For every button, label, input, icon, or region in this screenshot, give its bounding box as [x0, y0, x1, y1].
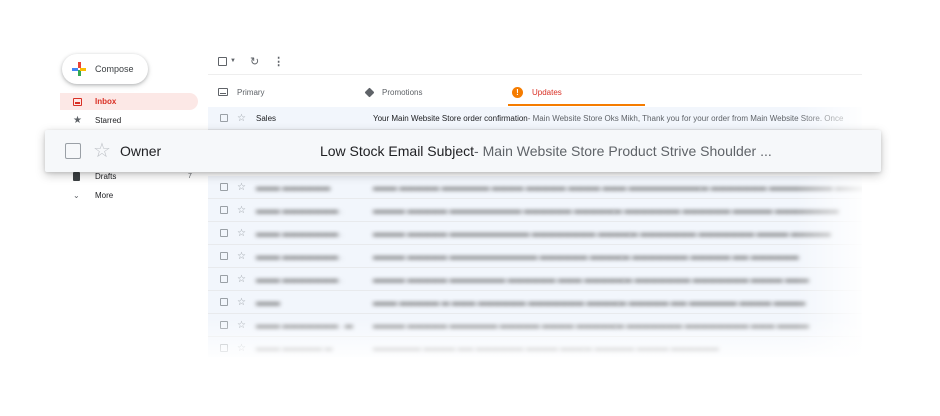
tag-icon: [364, 87, 375, 97]
active-tab-indicator: [508, 104, 645, 106]
row-checkbox[interactable]: [220, 252, 228, 260]
table-row[interactable]: ☆ ▬▬▬ ▬▬▬▬▬▬▬ . ▬▬▬▬ ▬▬▬▬▬ ▬▬▬▬▬▬▬▬▬▬ ▬▬…: [208, 222, 862, 245]
row-checkbox[interactable]: [220, 206, 228, 214]
chevron-down-icon: ⌄: [73, 191, 80, 200]
table-row[interactable]: ☆ ▬▬▬ ▬▬▬▬▬▬ ▬▬▬ ▬▬▬▬▬ ▬▬▬▬▬▬ ▬▬▬▬ ▬▬▬▬▬…: [208, 176, 862, 199]
email-snippet-blurred: ▬ ▬▬▬▬▬▬▬ ▬▬▬▬▬▬▬ ▬▬▬▬ ▬▬▬▬▬: [629, 228, 831, 238]
tab-label: Primary: [237, 87, 265, 97]
compose-label: Compose: [95, 64, 134, 74]
row-checkbox[interactable]: [220, 298, 228, 306]
star-icon[interactable]: ☆: [237, 274, 249, 285]
row-checkbox[interactable]: [220, 321, 228, 329]
row-checkbox[interactable]: [220, 229, 228, 237]
email-snippet: - Main Website Store Oks Mikh, Thank you…: [527, 113, 844, 123]
drafts-icon: [73, 172, 87, 181]
email-snippet-blurred: ▬ ▬▬▬▬▬▬▬ ▬▬▬▬▬▬▬▬ ▬▬▬▬▬: [700, 182, 862, 192]
email-sender-blurred: ▬▬▬ ▬▬▬▬▬▬▬ .: [256, 274, 343, 284]
email-sender-blurred: ▬▬▬ ▬▬▬▬▬▬▬ .: [256, 205, 343, 215]
compose-plus-icon: [72, 62, 86, 76]
table-row[interactable]: ☆ Sales Your Main Website Store order co…: [208, 107, 862, 130]
chevron-down-icon[interactable]: ▼: [230, 58, 236, 64]
highlighted-email-row[interactable]: ☆ Owner Low Stock Email Subject - Main W…: [45, 130, 881, 172]
table-row[interactable]: ☆ ▬▬▬ ▬▬▬▬▬ ▬ ▬▬▬▬▬▬ ▬▬▬▬ ▬▬ ▬▬▬▬▬▬ ▬▬▬▬…: [208, 337, 862, 357]
email-sender-blurred: ▬▬▬ ▬▬▬▬▬▬▬ . ▬: [256, 320, 353, 330]
email-sender-blurred: ▬▬▬ ▬▬▬▬▬▬▬ .: [256, 251, 343, 261]
email-snippet: - Main Website Store Product Strive Shou…: [474, 143, 772, 159]
email-sender: Owner: [119, 143, 162, 159]
email-subject-blurred: ▬▬▬▬ ▬▬▬▬▬ ▬▬▬▬▬▬▬▬▬▬▬ ▬▬▬▬▬▬ ▬▬▬▬: [373, 251, 622, 261]
email-subject-blurred: ▬▬▬▬▬▬ ▬▬▬▬ ▬▬ ▬▬▬▬▬▬ ▬▬▬▬ ▬▬▬: [373, 343, 585, 353]
star-icon[interactable]: ☆: [237, 297, 249, 308]
email-subject-blurred: ▬▬▬ ▬▬▬▬▬ ▬▬▬▬▬▬ ▬▬▬▬ ▬▬▬▬▬ ▬▬▬▬ ▬▬▬ ▬▬▬…: [373, 182, 701, 192]
email-subject-blurred: ▬▬▬▬ ▬▬▬▬▬ ▬▬▬▬▬▬▬▬▬ ▬▬▬▬▬▬ ▬▬▬▬▬: [373, 205, 614, 215]
sidebar-item-label: Starred: [95, 116, 122, 125]
email-sender: Sales: [256, 113, 277, 123]
row-checkbox[interactable]: [220, 114, 228, 122]
email-snippet-blurred: ▬ ▬▬▬▬▬▬▬ ▬▬▬▬▬ ▬▬ ▬▬▬▬▬▬: [621, 251, 799, 261]
tab-updates[interactable]: ! Updates: [512, 80, 562, 104]
table-row[interactable]: ☆ ▬▬▬ ▬▬▬▬▬▬▬ . ▬▬▬▬ ▬▬▬▬▬ ▬▬▬▬▬▬▬▬▬ ▬▬▬…: [208, 199, 862, 222]
star-icon[interactable]: ☆: [237, 228, 249, 239]
tabs-divider: [208, 74, 862, 75]
compose-button[interactable]: Compose: [62, 54, 148, 84]
tab-promotions[interactable]: Promotions: [364, 80, 422, 104]
sidebar-item-starred[interactable]: ★ Starred: [60, 112, 121, 129]
star-icon[interactable]: ☆: [237, 320, 249, 331]
more-vert-icon[interactable]: ⋮: [273, 55, 284, 68]
sidebar-item-inbox[interactable]: Inbox: [60, 93, 198, 110]
sidebar-item-more[interactable]: ⌄ More: [60, 187, 113, 204]
tab-primary[interactable]: Primary: [218, 80, 265, 104]
row-checkbox[interactable]: [220, 344, 228, 352]
refresh-icon[interactable]: ↻: [250, 55, 259, 68]
row-checkbox[interactable]: [220, 275, 228, 283]
star-icon[interactable]: ☆: [237, 251, 249, 262]
tab-label: Updates: [532, 87, 562, 97]
email-sender-blurred: ▬▬▬: [256, 297, 280, 307]
email-snippet-blurred: ▬ ▬▬▬▬▬▬▬ ▬▬▬▬▬▬▬ ▬▬▬▬ ▬▬▬: [624, 274, 810, 284]
email-subject: Your Main Website Store order confirmati…: [373, 113, 528, 123]
star-icon[interactable]: ☆: [93, 141, 111, 161]
row-checkbox[interactable]: [220, 183, 228, 191]
email-subject-blurred: ▬▬▬▬ ▬▬▬▬▬ ▬▬▬▬▬▬▬▬▬▬ ▬▬▬▬▬▬▬▬ ▬▬▬▬: [373, 228, 630, 238]
email-subject-blurred: ▬▬▬▬ ▬▬▬▬▬ ▬▬▬▬▬▬ ▬▬▬▬▬ ▬▬▬▬ ▬▬▬▬▬: [373, 320, 617, 330]
drafts-count: 7: [188, 173, 192, 180]
inbox-icon: [73, 97, 87, 106]
tab-label: Promotions: [382, 87, 423, 97]
table-row[interactable]: ☆ ▬▬▬ ▬▬▬▬▬▬▬ . ▬▬▬▬ ▬▬▬▬▬ ▬▬▬▬▬▬▬▬▬▬▬ ▬…: [208, 245, 862, 268]
star-icon[interactable]: ☆: [237, 113, 249, 124]
row-checkbox[interactable]: [65, 143, 81, 159]
sidebar-item-label: More: [95, 191, 114, 200]
info-icon: !: [512, 86, 523, 98]
email-snippet-blurred: ▬ ▬▬▬▬▬▬▬ ▬▬▬▬▬▬▬▬ ▬▬▬ ▬▬▬▬: [616, 320, 810, 330]
email-sender-blurred: ▬▬▬ ▬▬▬▬▬ ▬: [256, 343, 333, 353]
email-snippet-blurred: ▬ ▬▬▬▬▬▬▬ ▬▬▬▬▬▬ ▬▬▬▬▬ ▬▬▬▬▬▬▬▬: [613, 205, 839, 215]
checkbox-icon[interactable]: [218, 56, 227, 66]
star-icon[interactable]: ☆: [237, 205, 249, 216]
table-row[interactable]: ☆ ▬▬▬ ▬▬▬▬▬▬▬ . ▬ ▬▬▬▬ ▬▬▬▬▬ ▬▬▬▬▬▬ ▬▬▬▬…: [208, 314, 862, 337]
email-sender-blurred: ▬▬▬ ▬▬▬▬▬▬▬ .: [256, 228, 343, 238]
sidebar-item-label: Drafts: [95, 172, 117, 181]
star-icon: ★: [73, 115, 82, 126]
table-row[interactable]: ☆ ▬▬▬ ▬▬▬▬▬▬▬ . ▬▬▬▬ ▬▬▬▬▬ ▬▬▬▬▬▬▬ ▬▬▬▬▬…: [208, 268, 862, 291]
email-snippet-blurred: ▬ ▬▬▬▬▬ ▬▬ ▬▬▬▬▬▬ ▬▬▬▬ ▬▬▬▬: [618, 297, 806, 307]
star-icon[interactable]: ☆: [237, 343, 249, 354]
email-subject-blurred: ▬▬▬ ▬▬▬▬▬ ▬ ▬▬▬ ▬▬▬▬▬▬ ▬▬▬▬▬▬▬ ▬▬▬▬: [373, 297, 619, 307]
mail-toolbar: ▼ ↻ ⋮: [218, 54, 284, 68]
sidebar-item-label: Inbox: [95, 97, 117, 106]
email-snippet-blurred: ▬ ▬▬▬▬▬ ▬▬▬▬ ▬▬▬▬▬▬: [584, 343, 719, 353]
email-subject-blurred: ▬▬▬▬ ▬▬▬▬▬ ▬▬▬▬▬▬▬ ▬▬▬▬▬▬ ▬▬▬ ▬▬▬▬▬: [373, 274, 625, 284]
inbox-icon: [218, 88, 228, 96]
star-icon[interactable]: ☆: [237, 182, 249, 193]
email-sender-blurred: ▬▬▬ ▬▬▬▬▬▬: [256, 182, 331, 192]
email-subject: Low Stock Email Subject: [319, 143, 475, 159]
table-row[interactable]: ☆ ▬▬▬ ▬▬▬ ▬▬▬▬▬ ▬ ▬▬▬ ▬▬▬▬▬▬ ▬▬▬▬▬▬▬ ▬▬▬…: [208, 291, 862, 314]
